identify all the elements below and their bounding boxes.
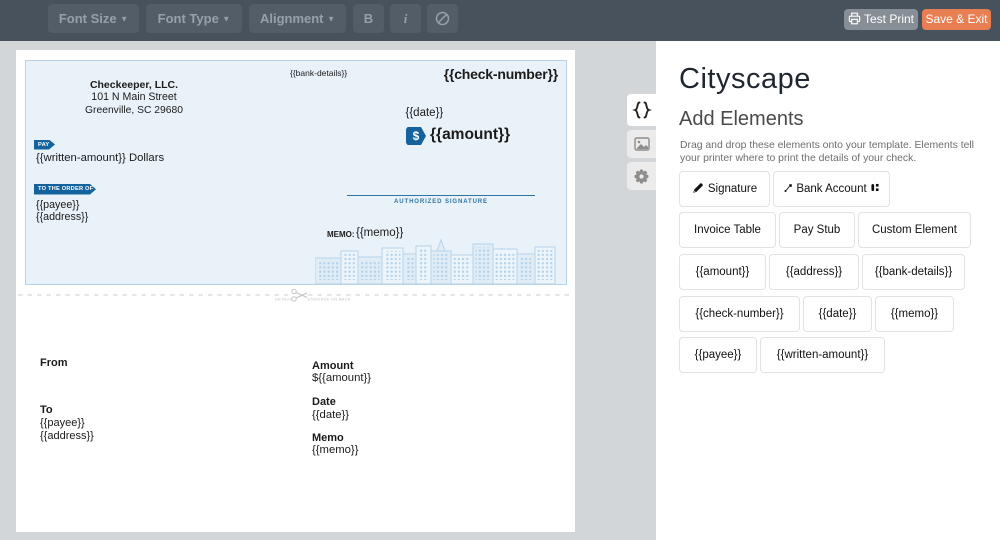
svg-text:ENDORSE ON BACK: ENDORSE ON BACK bbox=[308, 298, 351, 302]
svg-text:DETACH: DETACH bbox=[275, 298, 293, 302]
